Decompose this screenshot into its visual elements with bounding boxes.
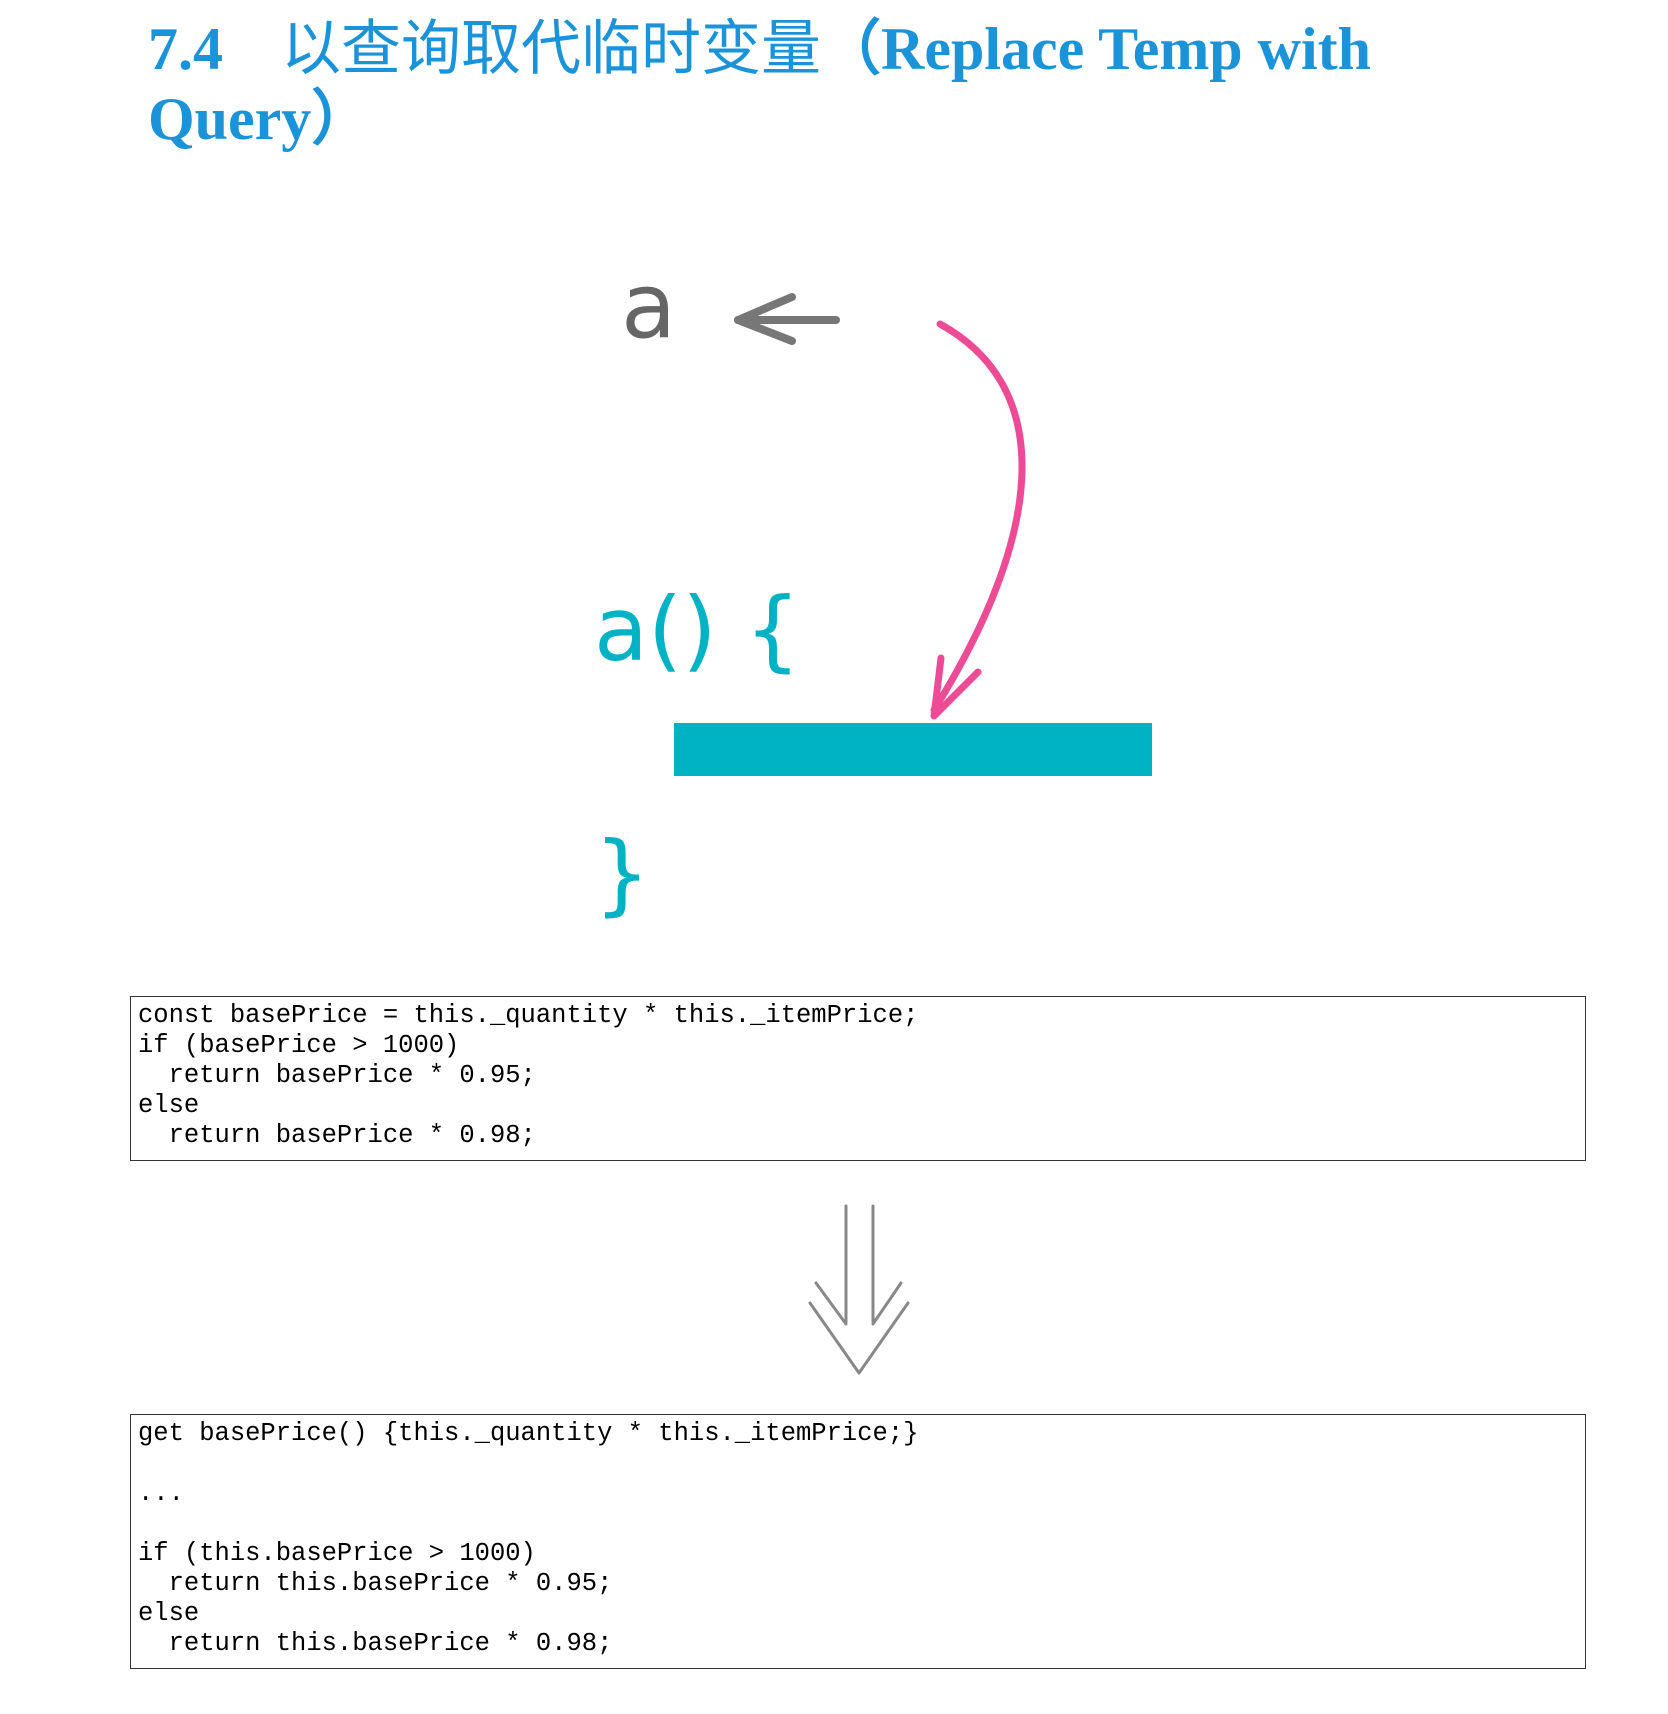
code-line: if (this.basePrice > 1000) (138, 1539, 536, 1568)
code-line: if (basePrice > 1000) (138, 1031, 460, 1060)
code-line: else (138, 1599, 200, 1628)
code-before-text: const basePrice = this._quantity * this.… (138, 1001, 1578, 1151)
code-line: const basePrice = this._quantity * this.… (138, 1001, 919, 1030)
code-line: return this.basePrice * 0.95; (138, 1569, 613, 1598)
code-block-after: get basePrice() {this._quantity * this._… (130, 1414, 1586, 1669)
code-line: return this.basePrice * 0.98; (138, 1629, 613, 1658)
section-number: 7.4 (148, 16, 223, 82)
section-heading: 7.4 以查询取代临时变量（Replace Temp with Query） (148, 14, 1548, 154)
double-down-arrow-icon (808, 1204, 910, 1375)
section-title-chinese: 以查询取代临时变量 (281, 16, 821, 82)
variable-label: a (621, 254, 676, 359)
code-line: ... (138, 1479, 184, 1508)
code-after-text: get basePrice() {this._quantity * this._… (138, 1419, 1578, 1659)
code-line: return basePrice * 0.98; (138, 1121, 536, 1150)
code-block-before: const basePrice = this._quantity * this.… (130, 996, 1586, 1161)
pink-curved-arrow-icon (930, 320, 1026, 720)
code-line: else (138, 1091, 200, 1120)
function-close-label: } (594, 822, 650, 925)
code-line: get basePrice() {this._quantity * this._… (138, 1419, 919, 1448)
function-open-label: a() { (594, 578, 801, 681)
left-arrow-icon (734, 293, 840, 345)
code-line: return basePrice * 0.95; (138, 1061, 536, 1090)
function-body-bar (674, 723, 1152, 776)
